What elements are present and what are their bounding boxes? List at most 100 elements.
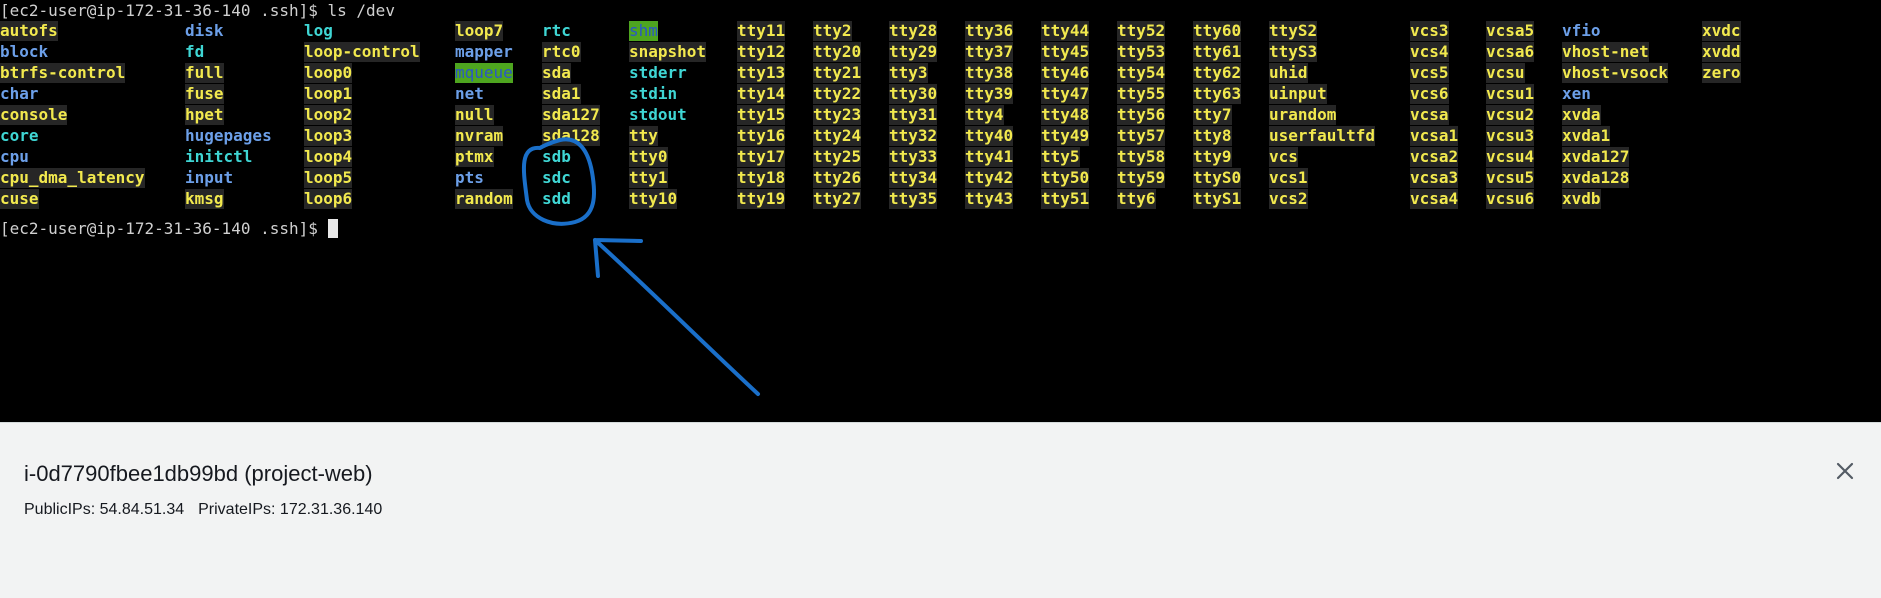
dev-entry-tty7: tty7 [1193, 105, 1232, 125]
instance-info-panel: i-0d7790fbee1db99bd (project-web) Public… [0, 422, 1881, 598]
dev-entry-tty44: tty44 [1041, 21, 1090, 41]
dev-entry-vcsa: vcsa [1410, 105, 1449, 125]
dev-entry-rtc: rtc [542, 21, 571, 40]
dev-entry-vcsu4: vcsu4 [1486, 147, 1535, 167]
dev-entry-kmsg: kmsg [185, 189, 224, 209]
dev-entry-sdc: sdc [542, 168, 571, 187]
dev-entry-uinput: uinput [1269, 84, 1327, 104]
dev-entry-net: net [455, 84, 484, 103]
dev-entry-vfio: vfio [1562, 21, 1601, 40]
command-line: [ec2-user@ip-172-31-36-140 .ssh]$ ls /de… [0, 1, 395, 20]
dev-entry-tty17: tty17 [737, 147, 786, 167]
dev-entry-tty41: tty41 [965, 147, 1014, 167]
dev-entry-loop2: loop2 [304, 105, 353, 125]
dev-entry-ttyS0: ttyS0 [1193, 168, 1242, 188]
dev-entry-tty47: tty47 [1041, 84, 1090, 104]
dev-entry-vcs: vcs [1269, 147, 1298, 167]
dev-entry-tty57: tty57 [1117, 126, 1166, 146]
dev-entry-fd: fd [185, 42, 205, 61]
dev-entry-xvda: xvda [1562, 105, 1601, 125]
dev-entry-block: block [0, 42, 49, 61]
dev-entry-cpu_dma_latency: cpu_dma_latency [0, 168, 145, 188]
dev-entry-btrfs-control: btrfs-control [0, 63, 126, 83]
dev-entry-mapper: mapper [455, 42, 513, 61]
dev-entry-vcsu3: vcsu3 [1486, 126, 1535, 146]
dev-entry-hugepages: hugepages [185, 126, 272, 145]
dev-entry-sdb: sdb [542, 147, 571, 166]
dev-entry-tty42: tty42 [965, 168, 1014, 188]
dev-entry-tty54: tty54 [1117, 63, 1166, 83]
dev-entry-core: core [0, 126, 39, 145]
dev-entry-vcs2: vcs2 [1269, 189, 1308, 209]
dev-entry-tty20: tty20 [813, 42, 862, 62]
dev-entry-log: log [304, 21, 333, 40]
dev-entry-snapshot: snapshot [629, 42, 707, 62]
dev-entry-sda1: sda1 [542, 84, 581, 104]
dev-entry-tty38: tty38 [965, 63, 1014, 83]
dev-entry-tty11: tty11 [737, 21, 786, 41]
dev-entry-tty28: tty28 [889, 21, 938, 41]
dev-entry-tty48: tty48 [1041, 105, 1090, 125]
dev-entry-tty55: tty55 [1117, 84, 1166, 104]
close-button[interactable] [1831, 457, 1859, 485]
dev-entry-mqueue: mqueue [455, 63, 513, 83]
dev-entry-console: console [0, 105, 68, 125]
dev-entry-vcs1: vcs1 [1269, 168, 1308, 188]
dev-entry-char: char [0, 84, 39, 103]
dev-entry-tty31: tty31 [889, 105, 938, 125]
dev-entry-vcsu5: vcsu5 [1486, 168, 1535, 188]
dev-entry-tty27: tty27 [813, 189, 862, 209]
dev-entry-loop4: loop4 [304, 147, 353, 167]
dev-entry-vcsa6: vcsa6 [1486, 42, 1535, 62]
dev-entry-fuse: fuse [185, 84, 224, 104]
dev-entry-tty14: tty14 [737, 84, 786, 104]
dev-entry-loop-control: loop-control [304, 42, 420, 62]
dev-entry-xvda127: xvda127 [1562, 147, 1630, 167]
dev-entry-disk: disk [185, 21, 224, 40]
dev-entry-userfaultfd: userfaultfd [1269, 126, 1375, 146]
dev-entry-tty24: tty24 [813, 126, 862, 146]
dev-entry-urandom: urandom [1269, 105, 1337, 125]
dev-entry-stdout: stdout [629, 105, 687, 124]
dev-entry-sda: sda [542, 63, 571, 83]
dev-entry-tty: tty [629, 126, 658, 146]
dev-entry-tty16: tty16 [737, 126, 786, 146]
dev-entry-tty60: tty60 [1193, 21, 1242, 41]
dev-entry-xvdc: xvdc [1702, 21, 1741, 41]
dev-entry-loop3: loop3 [304, 126, 353, 146]
dev-entry-ptmx: ptmx [455, 147, 494, 167]
dev-entry-tty12: tty12 [737, 42, 786, 62]
dev-entry-vcsu6: vcsu6 [1486, 189, 1535, 209]
text-cursor [327, 219, 338, 238]
dev-entry-vcsu2: vcsu2 [1486, 105, 1535, 125]
dev-entry-xvda1: xvda1 [1562, 126, 1611, 146]
dev-entry-tty33: tty33 [889, 147, 938, 167]
dev-entry-tty4: tty4 [965, 105, 1004, 125]
dev-entry-tty29: tty29 [889, 42, 938, 62]
dev-entry-vhost-net: vhost-net [1562, 42, 1649, 62]
dev-entry-vcs3: vcs3 [1410, 21, 1449, 41]
shell-prompt[interactable]: [ec2-user@ip-172-31-36-140 .ssh]$ [0, 218, 338, 239]
dev-entry-ttyS1: ttyS1 [1193, 189, 1242, 209]
dev-entry-tty63: tty63 [1193, 84, 1242, 104]
dev-entry-hpet: hpet [185, 105, 224, 125]
dev-entry-autofs: autofs [0, 21, 58, 41]
dev-entry-tty59: tty59 [1117, 168, 1166, 188]
dev-entry-tty53: tty53 [1117, 42, 1166, 62]
dev-entry-tty36: tty36 [965, 21, 1014, 41]
dev-entry-vcsu1: vcsu1 [1486, 84, 1535, 104]
dev-entry-tty58: tty58 [1117, 147, 1166, 167]
dev-entry-vcsa2: vcsa2 [1410, 147, 1459, 167]
dev-entry-sda127: sda127 [542, 105, 600, 125]
dev-entry-tty43: tty43 [965, 189, 1014, 209]
dev-entry-initctl: initctl [185, 147, 253, 166]
dev-entry-tty61: tty61 [1193, 42, 1242, 62]
dev-entry-sda128: sda128 [542, 126, 600, 146]
terminal-window[interactable]: [ec2-user@ip-172-31-36-140 .ssh]$ ls /de… [0, 0, 1881, 422]
dev-entry-loop1: loop1 [304, 84, 353, 104]
dev-entry-xvda128: xvda128 [1562, 168, 1630, 188]
dev-entry-tty5: tty5 [1041, 147, 1080, 167]
dev-entry-tty51: tty51 [1041, 189, 1090, 209]
dev-entry-tty62: tty62 [1193, 63, 1242, 83]
dev-entry-vhost-vsock: vhost-vsock [1562, 63, 1668, 83]
